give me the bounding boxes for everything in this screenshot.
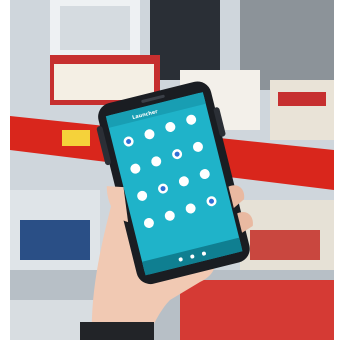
scene-illustration (10, 0, 334, 340)
product-photo: Launcher (10, 0, 334, 340)
sleeve (80, 322, 154, 340)
